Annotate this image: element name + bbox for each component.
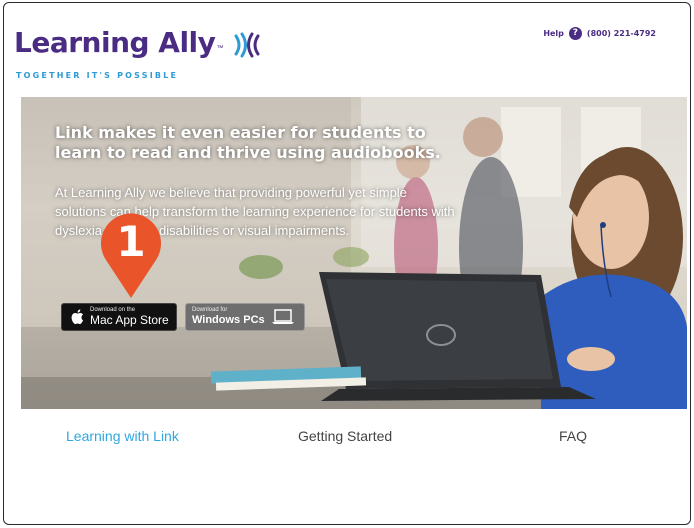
logo-trademark: ™ xyxy=(216,45,224,52)
hero-heading: Link makes it even easier for students t… xyxy=(55,123,441,162)
help-label[interactable]: Help xyxy=(543,29,564,38)
mac-button-label: Mac App Store xyxy=(90,313,169,327)
nav-learning-with-link[interactable]: Learning with Link xyxy=(66,428,179,444)
step-marker-pin-icon: 1 xyxy=(101,213,161,298)
sound-waves-icon xyxy=(232,32,262,63)
nav-faq[interactable]: FAQ xyxy=(559,428,587,444)
help-contact: Help ? (800) 221-4792 xyxy=(543,27,656,40)
mac-app-store-button[interactable]: Download on the Mac App Store xyxy=(61,303,177,331)
logo-wordmark: Learning Ally xyxy=(14,26,216,59)
windows-download-button[interactable]: Download for Windows PCs xyxy=(185,303,305,331)
windows-button-small-text: Download for xyxy=(192,307,228,313)
logo-tagline: TOGETHER IT'S POSSIBLE xyxy=(16,71,179,80)
nav-getting-started[interactable]: Getting Started xyxy=(298,428,392,444)
windows-button-label: Windows PCs xyxy=(192,314,265,326)
hero-banner: Link makes it even easier for students t… xyxy=(21,97,687,409)
bottom-nav: Learning with Link Getting Started FAQ xyxy=(4,428,690,448)
apple-icon xyxy=(70,309,84,325)
learning-ally-logo[interactable]: Learning Ally™ TOGETHER IT'S POSSIBLE xyxy=(14,29,262,80)
help-question-icon[interactable]: ? xyxy=(568,27,582,40)
page-frame: Learning Ally™ TOGETHER IT'S POSSIBLE He… xyxy=(3,2,691,525)
help-phone[interactable]: (800) 221-4792 xyxy=(587,29,656,38)
step-number: 1 xyxy=(116,217,145,266)
laptop-icon xyxy=(271,309,295,325)
